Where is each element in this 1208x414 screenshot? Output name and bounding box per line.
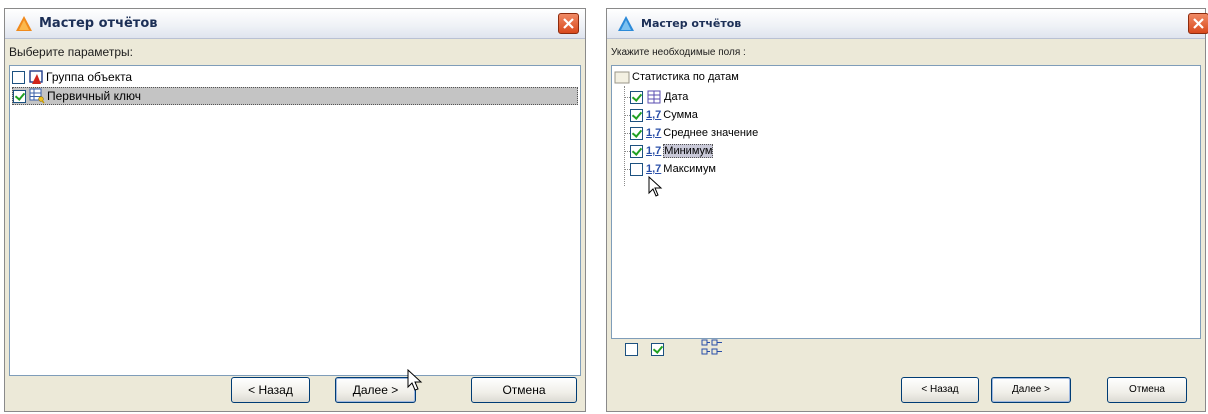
close-icon — [1193, 18, 1204, 29]
checkbox[interactable] — [630, 144, 643, 158]
close-button[interactable] — [558, 13, 579, 34]
close-icon — [563, 18, 574, 29]
cancel-button[interactable]: Отмена — [471, 377, 577, 403]
primary-key-icon — [29, 88, 45, 104]
tree-root[interactable]: Статистика по датам — [614, 68, 739, 86]
tree-item-selected[interactable]: 1,7 Минимум — [630, 142, 714, 160]
field-label: Среднее значение — [663, 127, 759, 139]
prompt-label: Укажите необходимые поля : — [611, 47, 746, 58]
list-item[interactable]: Группа объекта — [12, 68, 578, 86]
checkbox[interactable] — [13, 89, 26, 103]
title-bar[interactable]: Мастер отчётов — [5, 9, 585, 39]
list-item-selected[interactable]: Первичный ключ — [12, 87, 578, 105]
tree-item[interactable]: 1,7 Среднее значение — [630, 124, 758, 142]
report-wizard-dialog-1: Мастер отчётов Выберите параметры: Групп… — [4, 8, 586, 412]
back-button[interactable]: < Назад — [901, 377, 979, 403]
back-button[interactable]: < Назад — [231, 377, 310, 403]
number-field-icon: 1,7 — [646, 163, 662, 175]
parameters-list[interactable]: Группа объекта Первичный ключ — [9, 65, 581, 376]
check-all-icon[interactable] — [651, 343, 664, 356]
field-label: Дата — [664, 91, 689, 103]
checkbox[interactable] — [630, 162, 643, 176]
item-label: Первичный ключ — [47, 89, 141, 103]
prompt-label: Выберите параметры: — [9, 45, 133, 59]
field-label: Максимум — [663, 163, 716, 175]
item-label: Группа объекта — [46, 70, 133, 84]
date-field-icon — [647, 90, 661, 104]
app-icon — [16, 16, 32, 31]
window-title: Мастер отчётов — [641, 17, 742, 30]
checkbox[interactable] — [630, 108, 643, 122]
field-label: Минимум — [663, 144, 714, 158]
checkbox[interactable] — [630, 126, 643, 140]
app-icon — [618, 16, 634, 31]
fields-tree[interactable]: Статистика по датам Дата 1,7 Сумма 1,7 С… — [611, 65, 1201, 339]
number-field-icon: 1,7 — [646, 127, 662, 139]
close-button[interactable] — [1188, 13, 1208, 34]
tree-root-label: Статистика по датам — [632, 71, 739, 83]
tree-item[interactable]: 1,7 Сумма — [630, 106, 698, 124]
title-bar[interactable]: Мастер отчётов — [607, 9, 1208, 39]
report-wizard-dialog-2: Мастер отчётов Укажите необходимые поля … — [606, 8, 1208, 412]
field-label: Сумма — [663, 109, 698, 121]
checkbox[interactable] — [630, 90, 643, 104]
mouse-cursor-icon — [407, 369, 423, 391]
next-button[interactable]: Далее > — [335, 377, 416, 403]
number-field-icon: 1,7 — [646, 145, 662, 157]
next-button[interactable]: Далее > — [991, 377, 1071, 403]
mouse-cursor-icon — [648, 176, 663, 197]
tree-item[interactable]: 1,7 Максимум — [630, 160, 716, 178]
number-field-icon: 1,7 — [646, 109, 662, 121]
uncheck-all-icon[interactable] — [625, 343, 638, 356]
window-title: Мастер отчётов — [39, 16, 158, 31]
tree-connector — [624, 86, 625, 186]
cancel-button[interactable]: Отмена — [1107, 377, 1187, 403]
object-group-icon — [29, 70, 43, 84]
folder-icon — [614, 71, 630, 84]
checkbox[interactable] — [12, 70, 25, 84]
expand-tree-icon[interactable] — [701, 339, 723, 357]
tree-item[interactable]: Дата — [630, 88, 688, 106]
